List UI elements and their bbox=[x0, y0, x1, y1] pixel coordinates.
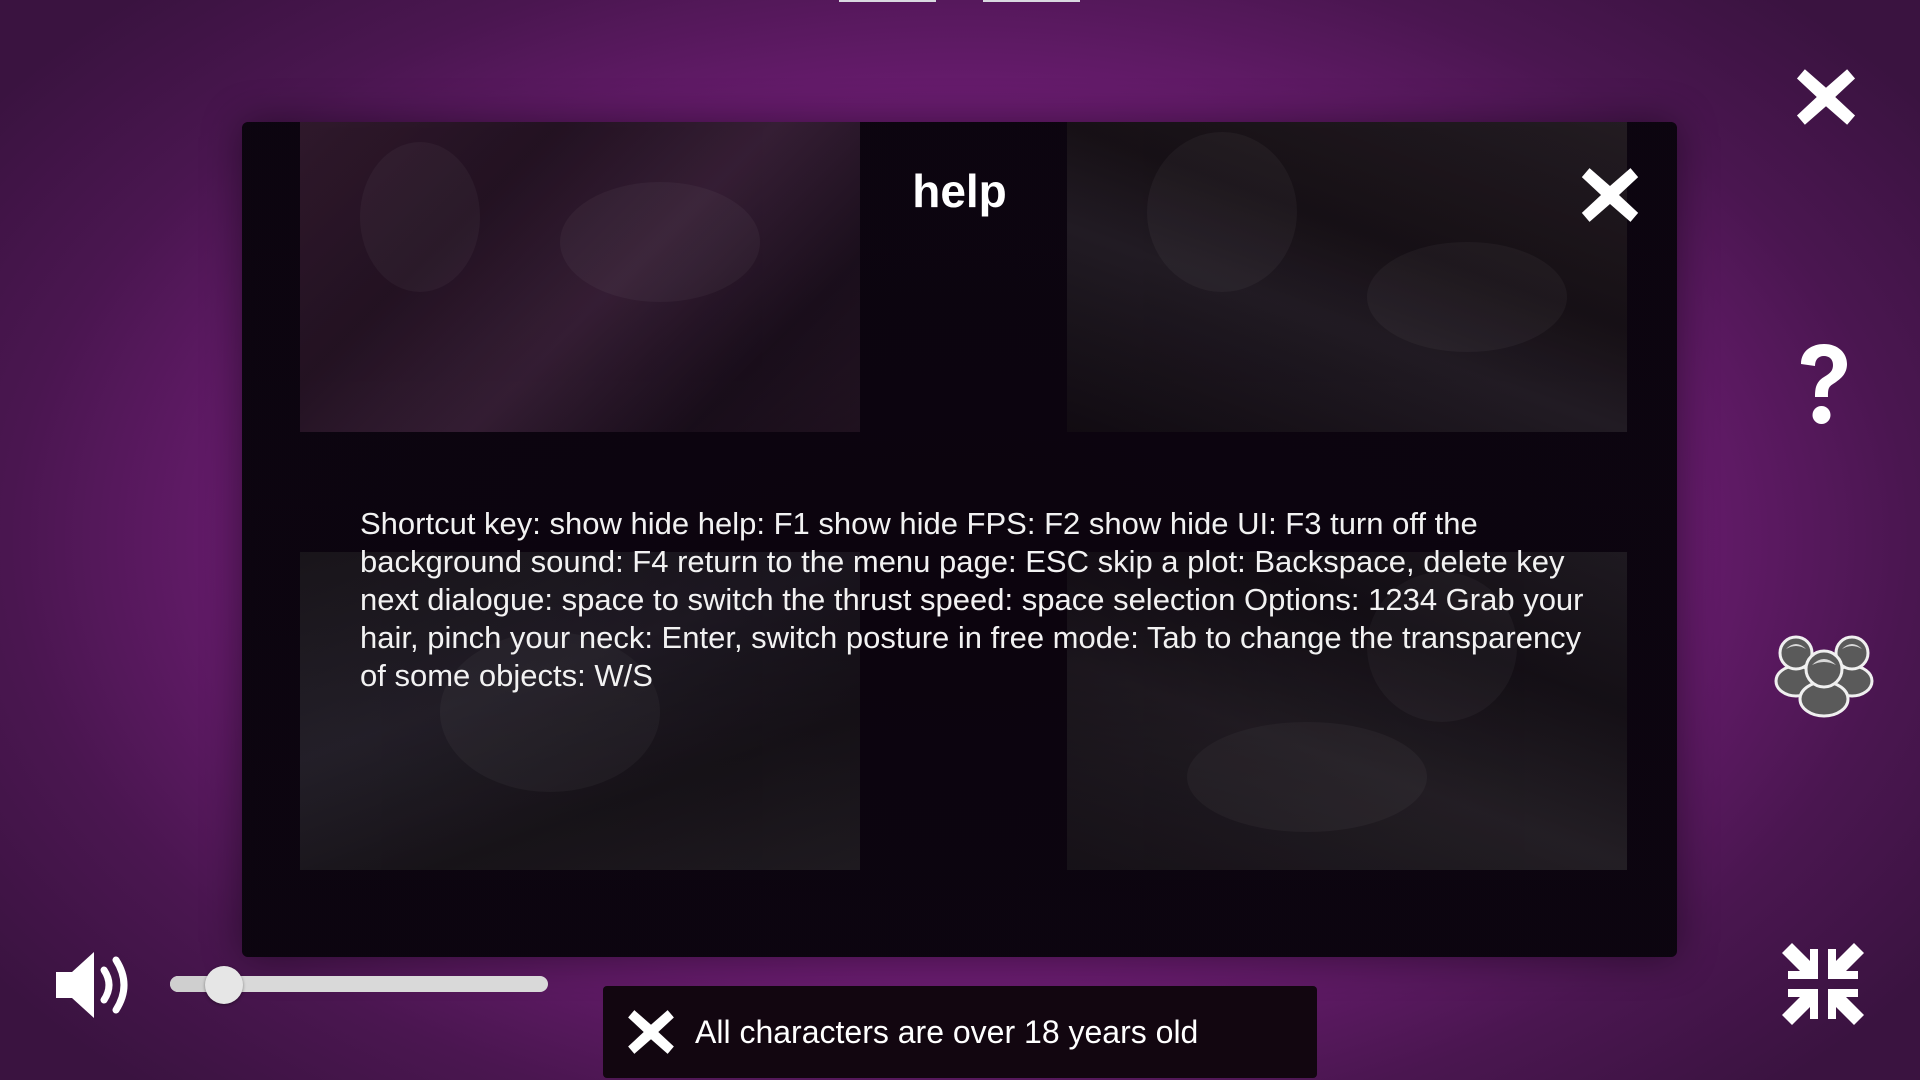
help-title: help bbox=[912, 165, 1007, 217]
close-icon bbox=[628, 1010, 674, 1054]
age-notice-bar: All characters are over 18 years old bbox=[603, 986, 1317, 1078]
help-close-button[interactable] bbox=[1574, 160, 1646, 230]
volume-button[interactable] bbox=[52, 944, 140, 1026]
top-tab-2[interactable] bbox=[983, 0, 1080, 2]
age-notice-close-button[interactable] bbox=[621, 1004, 681, 1060]
age-notice-text: All characters are over 18 years old bbox=[695, 1013, 1199, 1050]
exit-fullscreen-button[interactable] bbox=[1778, 940, 1868, 1028]
characters-group-icon bbox=[1774, 635, 1874, 718]
close-game-button[interactable] bbox=[1788, 62, 1864, 132]
top-tab-1[interactable] bbox=[839, 0, 936, 2]
characters-button[interactable] bbox=[1772, 622, 1876, 720]
help-shortcut-text: Shortcut key: show hide help: F1 show hi… bbox=[360, 506, 1584, 693]
volume-thumb[interactable] bbox=[205, 966, 243, 1004]
help-dialog: help Shortcut key: show hide help: F1 sh… bbox=[242, 122, 1677, 957]
question-mark-icon bbox=[1801, 344, 1847, 424]
volume-slider[interactable] bbox=[170, 966, 550, 1004]
speaker-volume-icon bbox=[56, 952, 128, 1018]
close-icon bbox=[1581, 168, 1639, 222]
exit-fullscreen-icon bbox=[1782, 943, 1864, 1025]
close-icon bbox=[1796, 69, 1856, 125]
help-button[interactable] bbox=[1790, 340, 1856, 430]
